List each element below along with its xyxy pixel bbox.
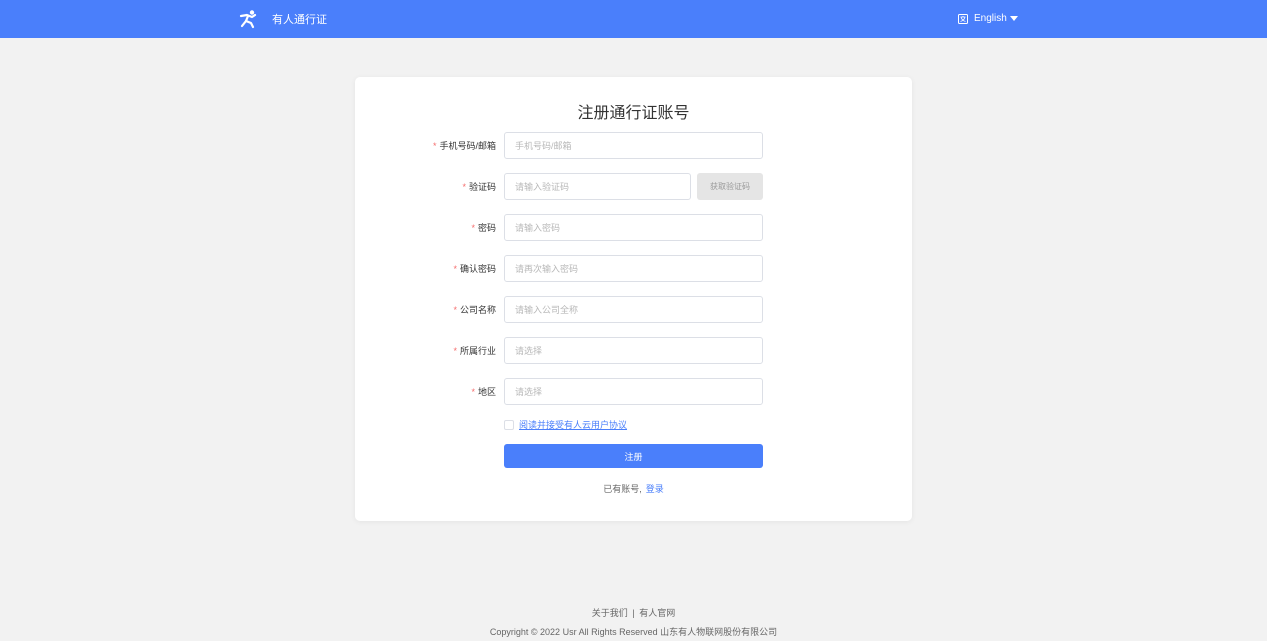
company-name-input[interactable] [504, 296, 763, 323]
field-label: * 地区 [471, 387, 496, 397]
required-mark: * [462, 182, 466, 192]
required-mark: * [453, 346, 457, 356]
login-prompt: 已有账号, 登录 [355, 482, 912, 495]
top-navbar: 有人通行证 English [0, 0, 1267, 38]
required-mark: * [432, 141, 437, 151]
field-label: * 确认密码 [453, 264, 496, 274]
brand-name: 有人通行证 [272, 14, 327, 26]
have-account-text: 已有账号, [603, 484, 642, 494]
field-label: * 手机号码/邮箱 [432, 141, 496, 151]
agreement-link[interactable]: 阅读并接受有人云用户协议 [519, 418, 627, 431]
footer-separator: | [632, 608, 635, 618]
footer-links: 关于我们 | 有人官网 [0, 606, 1267, 619]
field-row-confirm-password: * 确认密码 [355, 255, 912, 282]
field-row-code: *验证码 获取验证码 [355, 173, 912, 200]
brand[interactable]: 有人通行证 [238, 8, 327, 30]
account-input[interactable] [504, 132, 763, 159]
industry-select[interactable] [504, 337, 763, 364]
page-title: 注册通行证账号 [577, 105, 690, 122]
language-switcher[interactable]: English [958, 13, 1018, 24]
field-row-password: * 密码 [355, 214, 912, 241]
region-select[interactable] [504, 378, 763, 405]
agreement: 阅读并接受有人云用户协议 [504, 418, 627, 431]
field-row-industry: * 所属行业 [355, 337, 912, 364]
verification-code-input[interactable] [504, 173, 691, 200]
required-mark: * [471, 387, 475, 397]
agreement-checkbox[interactable] [504, 419, 514, 430]
field-label: * 密码 [471, 223, 496, 233]
official-site-link[interactable]: 有人官网 [639, 608, 675, 618]
register-button[interactable]: 注册 [504, 444, 763, 468]
runner-logo-icon [238, 9, 258, 29]
language-icon [958, 13, 968, 24]
field-row-region: * 地区 [355, 378, 912, 405]
about-us-link[interactable]: 关于我们 [592, 608, 628, 618]
field-label: * 公司名称 [453, 305, 496, 315]
login-link[interactable]: 登录 [646, 484, 664, 494]
required-mark: * [453, 264, 457, 274]
confirm-password-input[interactable] [504, 255, 763, 282]
field-label: * 验证码 [462, 182, 496, 192]
required-mark: * [453, 305, 457, 315]
language-label: English [974, 13, 1007, 24]
password-input[interactable] [504, 214, 763, 241]
copyright: Copyright © 2022 Usr All Rights Reserved… [489, 627, 778, 637]
register-card: 注册通行证账号 *手机号码/邮箱 *验证码 获取验证码 *密码 *确认密码 *公… [355, 77, 912, 521]
field-row-company: * 公司名称 [355, 296, 912, 323]
field-row-account: * 手机号码/邮箱 [355, 132, 912, 159]
get-code-button[interactable]: 获取验证码 [697, 173, 763, 200]
caret-down-icon [1009, 16, 1018, 21]
required-mark: * [471, 223, 475, 233]
field-label: * 所属行业 [453, 346, 496, 356]
